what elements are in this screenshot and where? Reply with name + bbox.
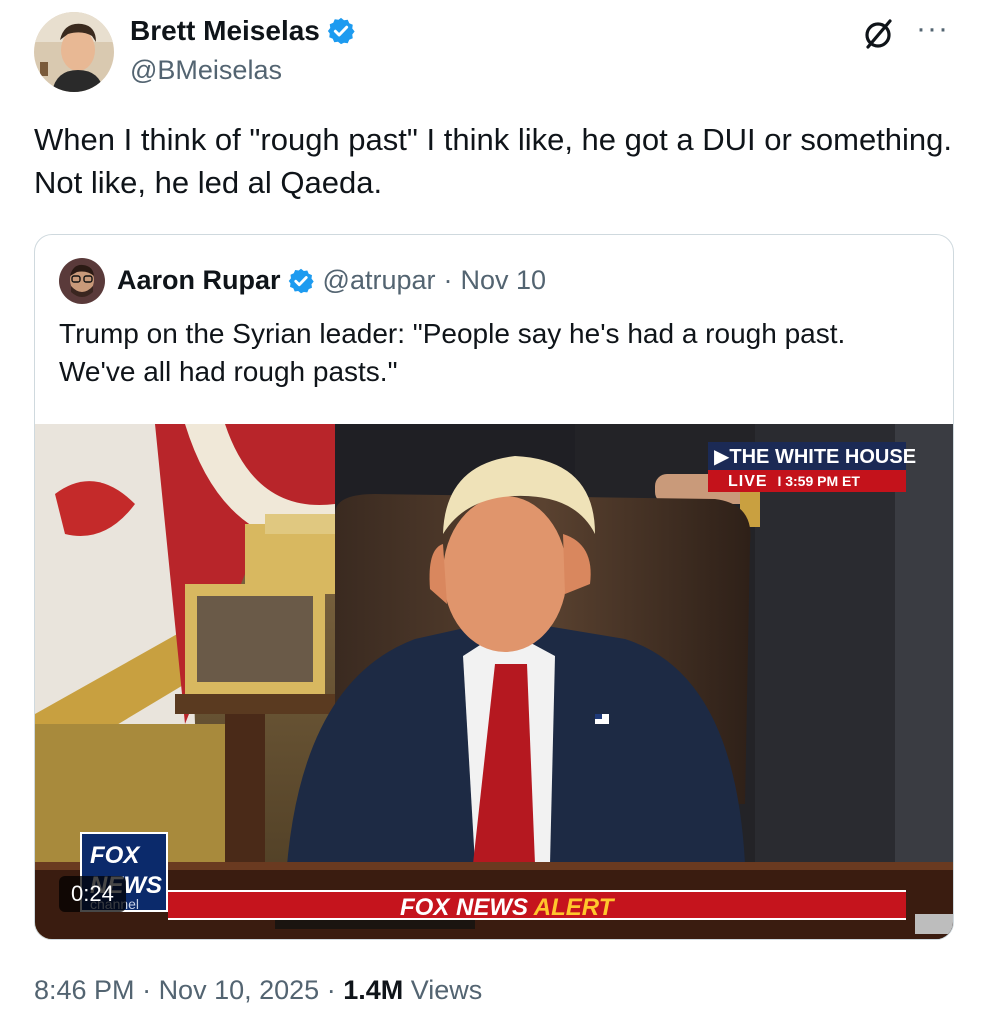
quote-header: Aaron Rupar @atrupar · Nov 10 (117, 265, 546, 296)
meta-separator: · (134, 975, 159, 1005)
quote-text: Trump on the Syrian leader: "People say … (59, 318, 846, 387)
verified-badge-icon (327, 17, 355, 45)
meta-separator: · (319, 975, 344, 1005)
alert-text: FOX NEWS ALERT (400, 894, 613, 922)
author-handle[interactable]: @BMeiselas (130, 55, 282, 86)
tweet-date[interactable]: Nov 10, 2025 (159, 975, 320, 1005)
grok-icon[interactable] (860, 16, 896, 52)
video-frame (35, 424, 953, 939)
views-label: Views (403, 975, 483, 1005)
alert-prefix: FOX NEWS (400, 894, 529, 921)
tweet-time[interactable]: 8:46 PM (34, 975, 135, 1005)
quote-author-handle[interactable]: @atrupar (323, 265, 436, 296)
banner-live-strip: LIVE I 3:59 PM ET (708, 470, 906, 492)
quote-date[interactable]: Nov 10 (461, 265, 547, 296)
tweet-text: When I think of "rough past" I think lik… (34, 122, 953, 200)
alert-word: ALERT (533, 894, 614, 921)
video-duration: 0:24 (59, 876, 126, 912)
banner-live: LIVE (728, 473, 768, 490)
tweet: Brett Meiselas @BMeiselas ··· When I thi… (0, 0, 990, 1024)
quote-author-name[interactable]: Aaron Rupar (117, 265, 281, 296)
quote-verified-badge-icon (288, 268, 314, 293)
author-avatar[interactable] (34, 12, 114, 92)
quoted-tweet[interactable]: Aaron Rupar @atrupar · Nov 10 Trump on t… (34, 234, 954, 940)
views-count[interactable]: 1.4M (343, 975, 403, 1005)
white-house-banner: ▶THE WHITE HOUSE LIVE I 3:59 PM ET (708, 442, 916, 492)
quote-separator: · (443, 265, 453, 295)
quote-author-avatar[interactable] (59, 258, 105, 304)
video-player[interactable]: ▶THE WHITE HOUSE LIVE I 3:59 PM ET FOX N… (35, 424, 953, 939)
tweet-meta: 8:46 PM · Nov 10, 2025 · 1.4M Views (34, 975, 482, 1006)
author-name-row: Brett Meiselas (130, 15, 356, 47)
banner-title: ▶THE WHITE HOUSE (708, 442, 916, 470)
news-alert-bar: FOX NEWS ALERT (168, 890, 906, 922)
logo-fox: FOX (90, 842, 140, 869)
more-icon[interactable]: ··· (916, 14, 949, 44)
author-name[interactable]: Brett Meiselas (130, 15, 320, 47)
banner-time: I 3:59 PM ET (777, 473, 860, 489)
